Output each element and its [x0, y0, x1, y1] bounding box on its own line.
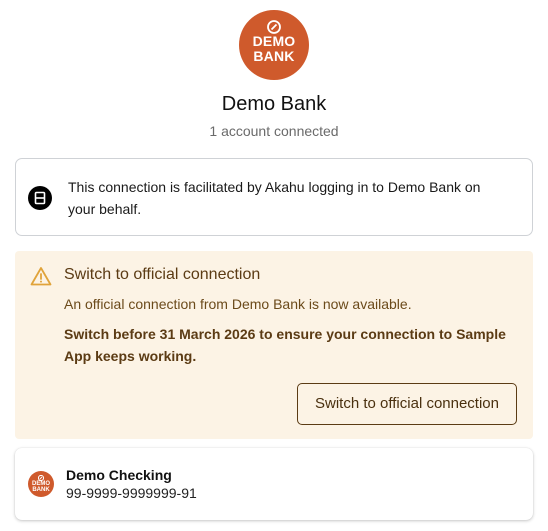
- bank-logo-text-line1: DEMO: [252, 33, 296, 49]
- akahu-glyph-icon: [34, 191, 46, 205]
- warning-triangle-icon: [30, 267, 52, 286]
- account-number: 99-9999-9999999-91: [66, 485, 197, 501]
- akahu-icon: [28, 186, 52, 210]
- bank-logo-mark-icon: [267, 20, 281, 34]
- account-name: Demo Checking: [66, 467, 172, 483]
- warning-deadline-notice: Switch before 31 March 2026 to ensure yo…: [64, 326, 506, 364]
- bank-name: Demo Bank: [221, 93, 327, 115]
- warning-title: Switch to official connection: [64, 266, 261, 283]
- bank-logo: DEMO BANK: [239, 10, 309, 80]
- akahu-info-text: This connection is facilitated by Akahu …: [68, 179, 481, 217]
- account-bank-logo: DEMO BANK: [28, 471, 54, 497]
- accounts-connected-count: 1 account connected: [209, 123, 339, 139]
- account-card[interactable]: DEMO BANK Demo Checking 99-9999-9999999-…: [15, 448, 533, 520]
- akahu-info-card: This connection is facilitated by Akahu …: [15, 158, 533, 236]
- bank-logo-text-line2: BANK: [253, 48, 295, 64]
- account-logo-text-line2: BANK: [32, 487, 50, 493]
- official-connection-warning: Switch to official connection An officia…: [15, 251, 533, 439]
- switch-to-official-connection-button[interactable]: Switch to official connection: [297, 383, 517, 425]
- warning-body: An official connection from Demo Bank is…: [64, 296, 412, 312]
